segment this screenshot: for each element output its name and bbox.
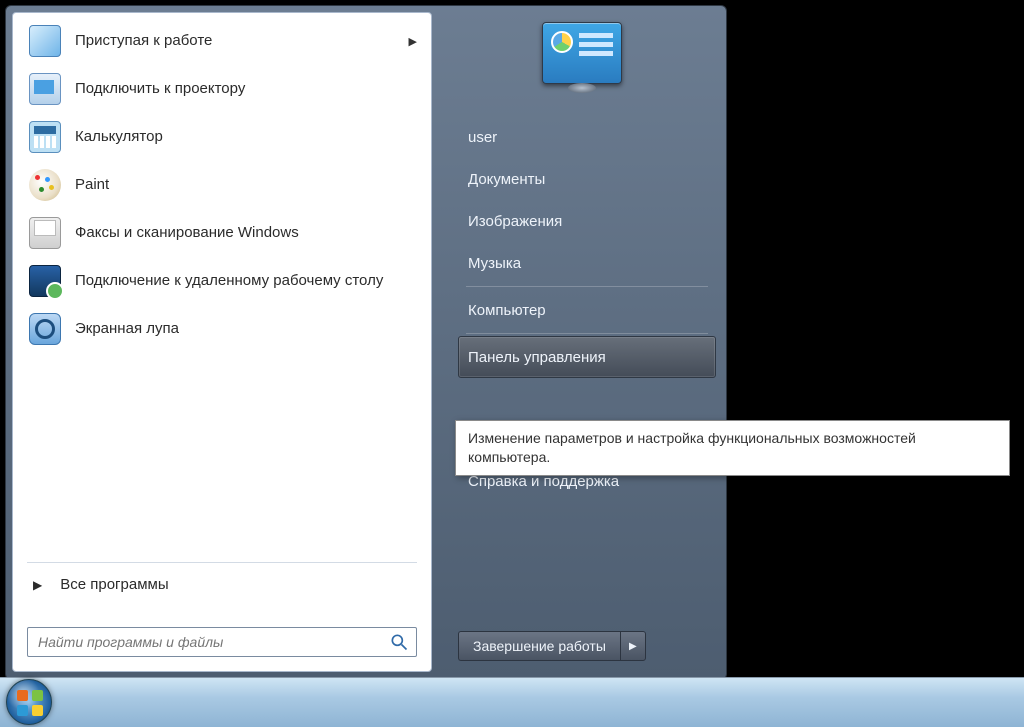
user-picture-icon[interactable] — [542, 22, 622, 84]
projector-icon — [27, 71, 63, 107]
program-item[interactable]: Paint — [13, 161, 431, 209]
place-item[interactable]: user — [458, 116, 716, 158]
fax-scan-icon — [27, 215, 63, 251]
program-item[interactable]: Подключить к проектору — [13, 65, 431, 113]
submenu-arrow-icon: ▶ — [409, 35, 417, 48]
places-separator — [466, 333, 708, 334]
search-input[interactable] — [27, 627, 417, 657]
getting-started-icon — [27, 23, 63, 59]
paint-icon — [27, 167, 63, 203]
program-label: Paint — [75, 176, 417, 195]
program-label: Приступая к работе — [75, 32, 397, 51]
remote-desktop-icon — [27, 263, 63, 299]
program-item[interactable]: Приступая к работе ▶ — [13, 17, 431, 65]
windows-logo-icon — [17, 690, 43, 716]
shutdown-split-button: Завершение работы ▶ — [458, 631, 646, 661]
all-programs-label: Все программы — [60, 576, 168, 593]
tooltip: Изменение параметров и настройка функцио… — [455, 420, 1010, 476]
place-item[interactable]: Компьютер — [458, 289, 716, 331]
magnifier-icon — [27, 311, 63, 347]
program-label: Подключить к проектору — [75, 80, 417, 99]
chevron-right-icon: ▶ — [629, 641, 637, 652]
shutdown-button[interactable]: Завершение работы — [458, 631, 620, 661]
calculator-icon — [27, 119, 63, 155]
program-label: Калькулятор — [75, 128, 417, 147]
desktop-background — [727, 0, 1024, 677]
place-item[interactable]: Музыка — [458, 242, 716, 284]
place-item-hidden — [458, 378, 716, 418]
all-programs-arrow-icon: ▶ — [33, 578, 42, 592]
places-separator — [466, 286, 708, 287]
tooltip-text: Изменение параметров и настройка функцио… — [468, 430, 916, 465]
program-item[interactable]: Калькулятор — [13, 113, 431, 161]
place-item[interactable]: Документы — [458, 158, 716, 200]
program-item[interactable]: Подключение к удаленному рабочему столу — [13, 257, 431, 305]
program-label: Экранная лупа — [75, 320, 417, 339]
all-programs-button[interactable]: ▶ Все программы — [13, 560, 431, 607]
start-button[interactable] — [6, 679, 52, 725]
start-menu: Приступая к работе ▶ Подключить к проектор… — [5, 5, 727, 680]
shutdown-options-button[interactable]: ▶ — [620, 631, 646, 661]
shutdown-label: Завершение работы — [473, 638, 606, 654]
program-label: Подключение к удаленному рабочему столу — [75, 272, 417, 291]
program-item[interactable]: Факсы и сканирование Windows — [13, 209, 431, 257]
search-wrap — [27, 627, 417, 657]
program-label: Факсы и сканирование Windows — [75, 224, 417, 243]
place-item[interactable]: Панель управления — [458, 336, 716, 378]
search-icon — [389, 632, 409, 652]
programs-list: Приступая к работе ▶ Подключить к проектор… — [13, 13, 431, 357]
programs-pane: Приступая к работе ▶ Подключить к проектор… — [12, 12, 432, 672]
taskbar[interactable] — [0, 677, 1024, 727]
places-pane: userДокументыИзображенияМузыка Компьютер П… — [438, 6, 726, 679]
program-item[interactable]: Экранная лупа — [13, 305, 431, 353]
place-item[interactable]: Изображения — [458, 200, 716, 242]
